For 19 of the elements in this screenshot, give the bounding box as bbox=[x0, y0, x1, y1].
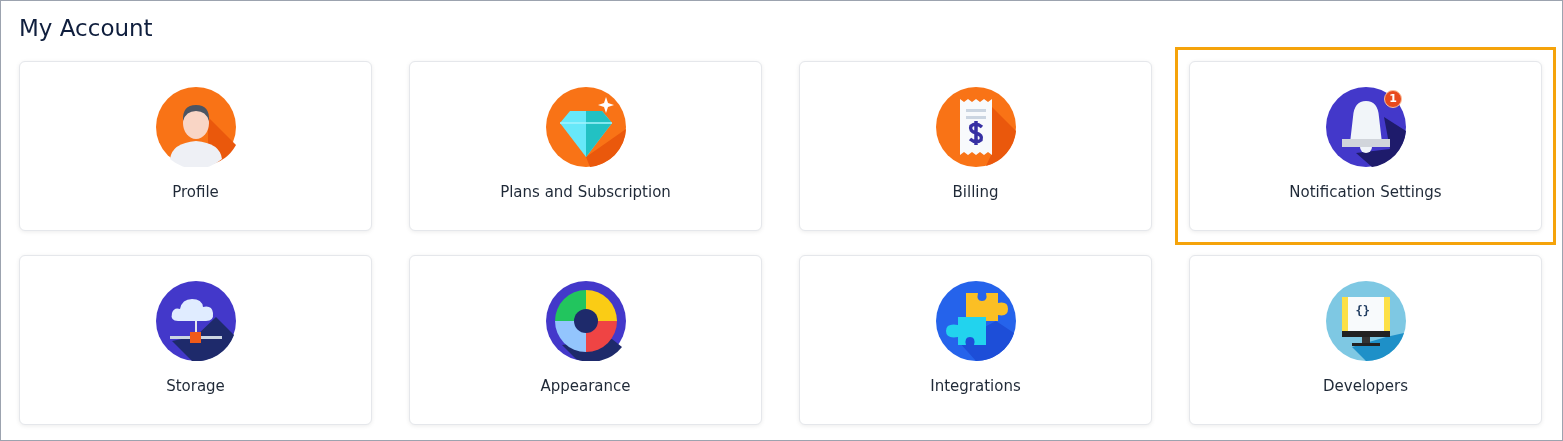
card-label: Notification Settings bbox=[1289, 182, 1442, 202]
card-label: Appearance bbox=[540, 376, 631, 396]
receipt-icon bbox=[935, 87, 1016, 167]
code-braces: {} bbox=[1355, 304, 1370, 318]
card-label: Profile bbox=[172, 182, 219, 202]
card-label: Developers bbox=[1323, 376, 1408, 396]
puzzle-icon bbox=[935, 281, 1016, 361]
card-label: Storage bbox=[166, 376, 225, 396]
notification-badge: 1 bbox=[1384, 90, 1402, 108]
cloud-network-icon bbox=[155, 281, 236, 361]
monitor-icon bbox=[1325, 281, 1406, 361]
bell-icon bbox=[1325, 87, 1406, 167]
settings-tile[interactable]: 1 Notification Settings bbox=[1175, 47, 1556, 245]
card-label: Plans and Subscription bbox=[500, 182, 671, 202]
person-icon bbox=[155, 87, 236, 167]
page-title: My Account bbox=[19, 14, 154, 43]
card-label: Integrations bbox=[930, 376, 1021, 396]
card-label: Billing bbox=[952, 182, 999, 202]
color-wheel-icon bbox=[545, 281, 626, 361]
